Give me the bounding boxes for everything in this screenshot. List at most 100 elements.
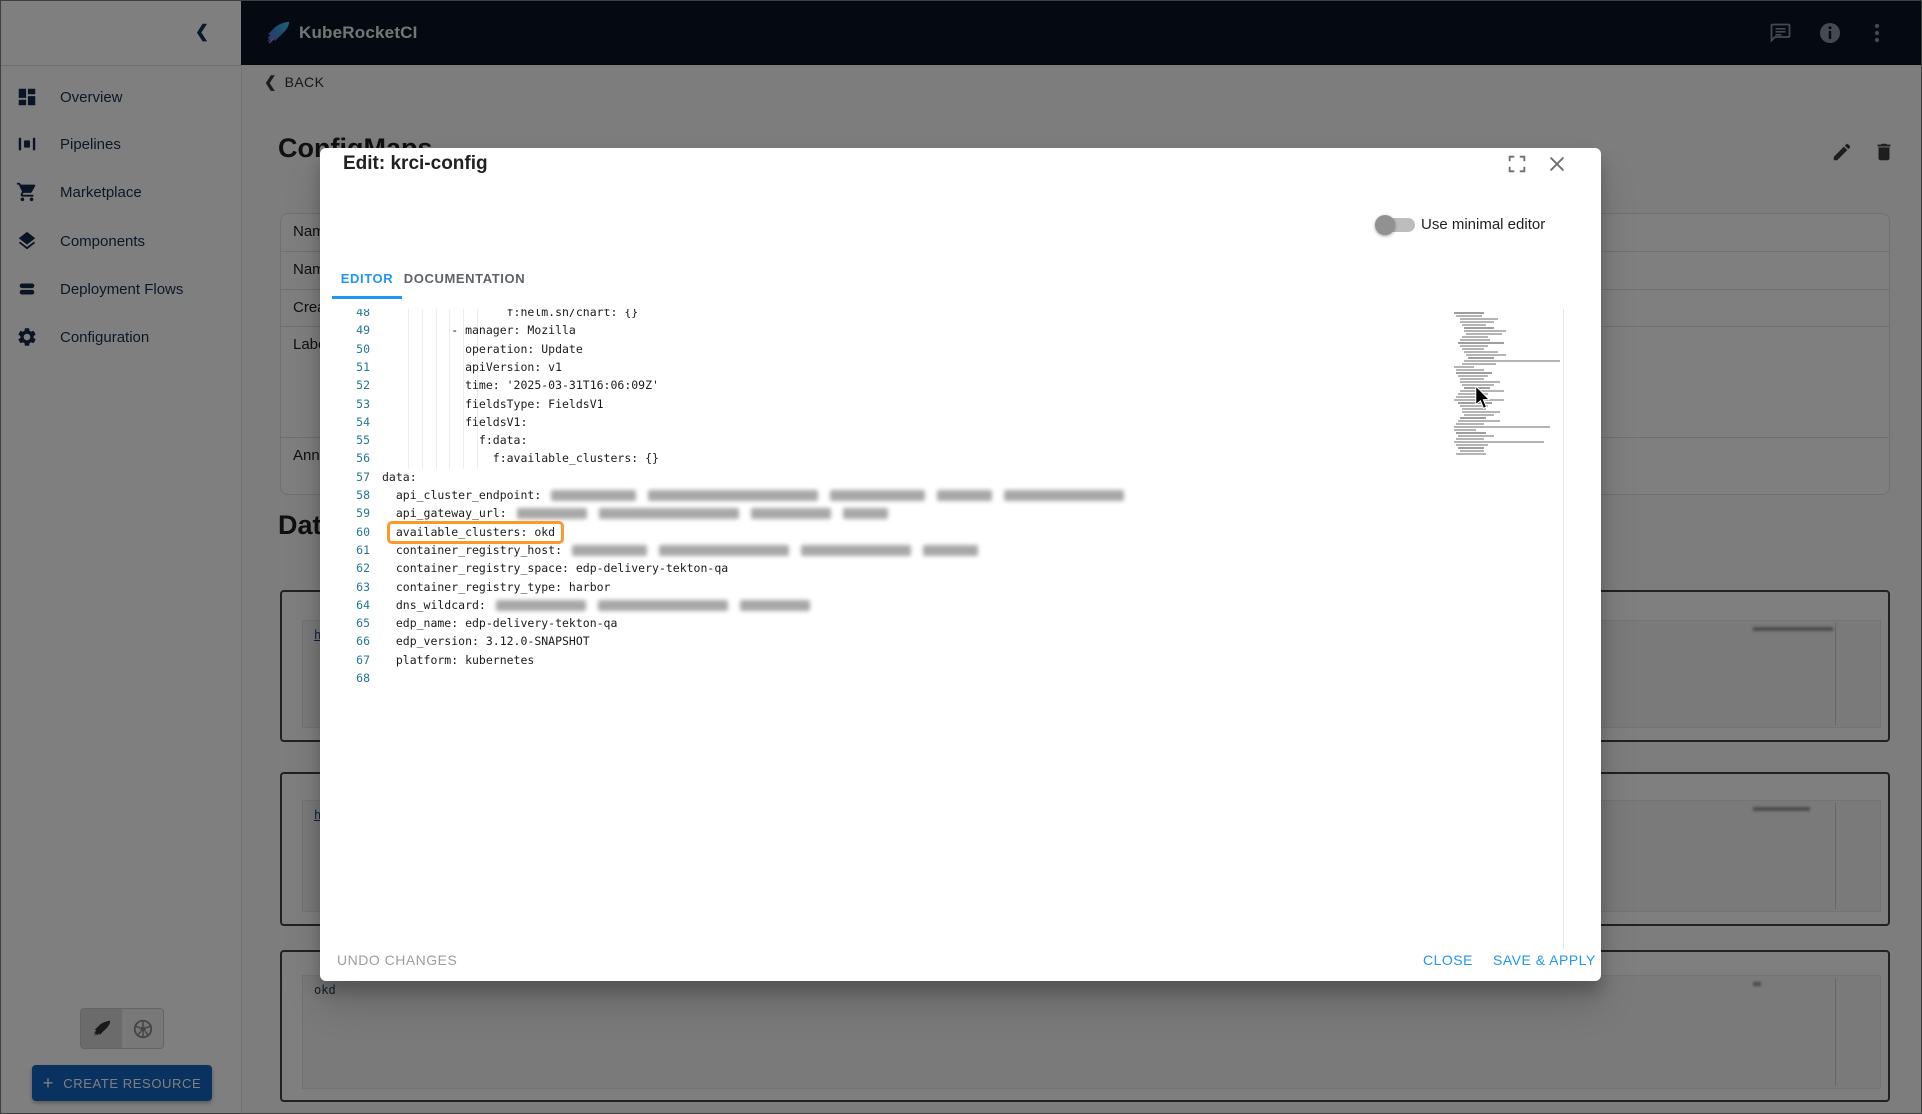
editor-line: 61 container_registry_host: [332,541,978,560]
editor-line: 48 f:helm.sh/chart: {} [332,309,638,322]
minimap-line [1456,444,1488,446]
redacted-value [551,490,636,501]
editor-line: 55 f:data: [332,431,527,450]
line-code: fieldsType: FieldsV1 [382,397,604,411]
line-number: 61 [332,541,370,560]
line-number: 66 [332,632,370,651]
minimap-line [1460,318,1498,320]
editor-minimap[interactable] [1452,309,1560,949]
mouse-cursor [1474,386,1492,410]
minimap-line [1458,375,1488,377]
minimap-line [1462,324,1486,326]
line-number: 57 [332,468,370,487]
minimal-editor-label: Use minimal editor [1421,216,1545,233]
line-number: 55 [332,431,370,450]
line-code: api_gateway_url: [382,506,888,520]
editor-line: 66 edp_version: 3.12.0-SNAPSHOT [332,632,590,651]
line-code: edp_name: edp-delivery-tekton-qa [382,616,617,630]
line-number: 52 [332,376,370,395]
redacted-value [751,508,831,519]
editor-right-border [1563,309,1564,949]
minimap-line [1456,423,1484,425]
line-number: 63 [332,578,370,597]
editor-line: 50 operation: Update [332,340,583,359]
yaml-editor[interactable]: 48 f:helm.sh/chart: {}49 - manager: Mozi… [332,309,1563,949]
line-code: - manager: Mozilla [382,323,576,337]
redacted-value [740,600,810,611]
minimap-line [1460,450,1484,452]
editor-line: 60 available_clusters: okd [332,523,564,542]
line-code: f:available_clusters: {} [382,451,659,465]
editor-line: 49 - manager: Mozilla [332,321,576,340]
redacted-value [517,508,587,519]
minimap-line [1464,327,1494,329]
minimap-line [1464,330,1506,332]
minimap-line [1460,381,1500,383]
minimap-line [1462,336,1488,338]
minimap-line [1462,363,1496,365]
line-number: 59 [332,504,370,523]
tab-editor[interactable]: EDITOR [332,260,402,296]
line-code: operation: Update [382,342,583,356]
line-number: 64 [332,596,370,615]
line-code: available_clusters: okd [382,525,564,539]
line-number: 65 [332,614,370,633]
editor-line: 53 fieldsType: FieldsV1 [332,395,604,414]
redacted-value [937,490,992,501]
minimap-line [1460,345,1488,347]
minimap-line [1458,420,1500,422]
editor-line: 54 fieldsV1: [332,413,527,432]
editor-line: 68 [332,669,382,688]
minimap-line [1456,432,1486,434]
redacted-value [830,490,925,501]
editor-line: 62 container_registry_space: edp-deliver… [332,559,728,578]
editor-line: 67 platform: kubernetes [332,651,534,670]
minimap-line [1460,321,1494,323]
close-button[interactable]: CLOSE [1423,952,1473,968]
line-code: api_cluster_endpoint: [382,488,1124,502]
active-tab-indicator [332,296,402,299]
line-number: 53 [332,395,370,414]
edit-dialog: Edit: krci-config Use minimal editor EDI… [320,148,1601,981]
save-apply-button[interactable]: SAVE & APPLY [1493,952,1596,968]
minimap-line [1464,414,1494,416]
minimap-line [1466,354,1506,356]
minimap-line [1468,357,1494,359]
minimap-line [1456,453,1486,455]
fullscreen-icon[interactable] [1506,153,1528,175]
line-number: 60 [332,523,370,542]
minimap-line [1466,333,1502,335]
line-number: 56 [332,449,370,468]
line-number: 62 [332,559,370,578]
line-number: 51 [332,358,370,377]
line-code: container_registry_host: [382,543,978,557]
minimap-line [1456,369,1484,371]
undo-changes-button[interactable]: UNDO CHANGES [337,952,457,968]
redacted-value [801,545,911,556]
minimal-editor-switch-knob[interactable] [1375,215,1395,235]
close-icon[interactable] [1546,153,1568,175]
redacted-value [659,545,789,556]
redacted-value [1004,490,1124,501]
dialog-title: Edit: krci-config [343,153,488,175]
line-code: f:helm.sh/chart: {} [382,309,638,319]
line-code: dns_wildcard: [382,598,810,612]
line-number: 54 [332,413,370,432]
editor-line: 57data: [332,468,417,487]
line-code: apiVersion: v1 [382,360,562,374]
minimap-line [1454,426,1550,428]
minimap-line [1454,441,1544,443]
line-code: f:data: [382,433,527,447]
minimap-line [1456,372,1492,374]
tab-documentation[interactable]: DOCUMENTATION [402,260,527,296]
redacted-value [648,490,818,501]
minimap-line [1458,447,1484,449]
minimap-line [1464,351,1498,353]
editor-line: 58 api_cluster_endpoint: [332,486,1124,505]
editor-line: 63 container_registry_type: harbor [332,578,610,597]
line-code: time: '2025-03-31T16:06:09Z' [382,378,659,392]
line-number: 48 [332,309,370,322]
line-number: 67 [332,651,370,670]
minimap-line [1454,366,1474,368]
minimap-line [1462,348,1484,350]
